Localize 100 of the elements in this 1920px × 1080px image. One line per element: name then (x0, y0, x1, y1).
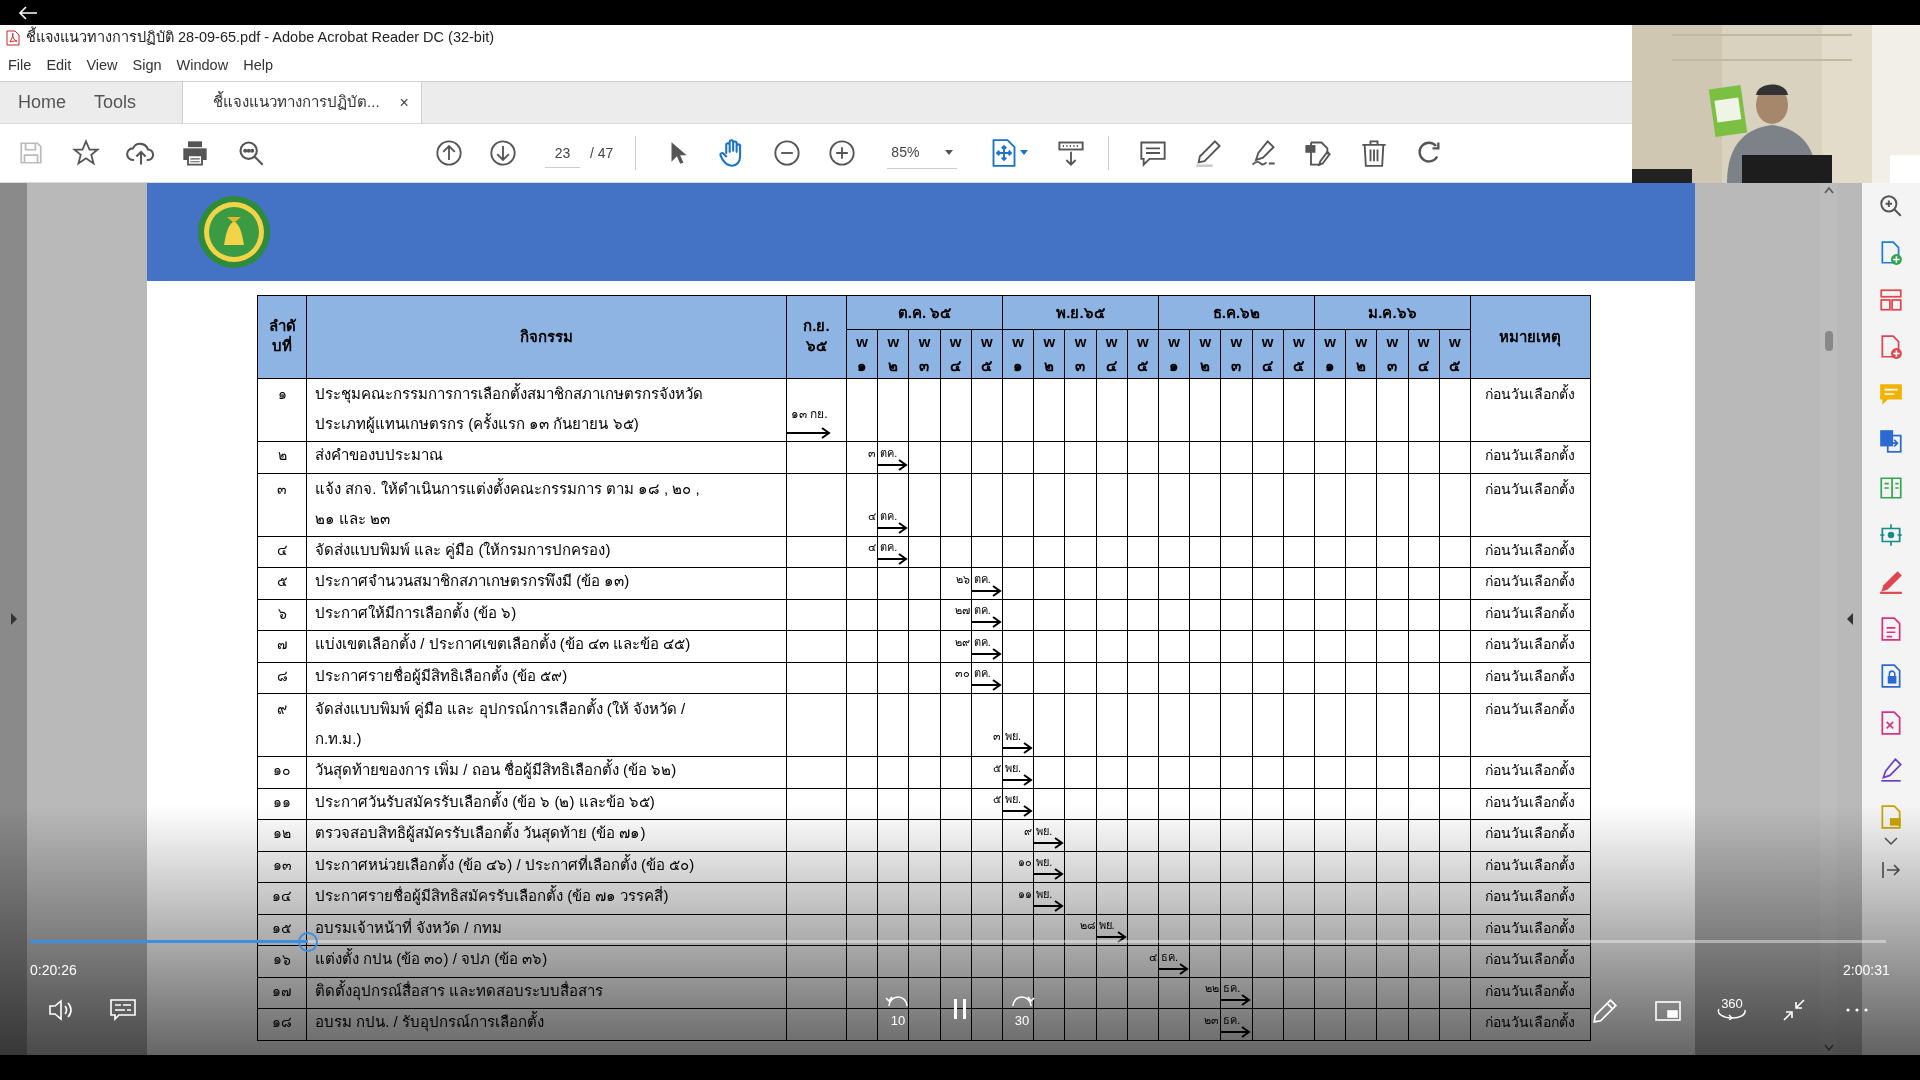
remark-text: ก่อนวันเลือกตั้ง (1485, 793, 1576, 810)
chevron-down-icon[interactable] (1884, 837, 1898, 846)
layout-icon[interactable] (1878, 287, 1904, 313)
rewind-button[interactable]: 10 (882, 990, 914, 1030)
activity-text: ประกาศหน่วยเลือกตั้ง (ข้อ ๔๖) / ประกาศที่เลือกตั้ง (ข้อ ๕๐) (315, 855, 695, 873)
caret-icon (945, 149, 954, 156)
month-label: ตค. (973, 604, 991, 616)
column-header: หมายเหตุ (1499, 327, 1562, 347)
row-number: ๑๘ (272, 1014, 292, 1030)
forward-button[interactable]: 30 (1006, 990, 1038, 1030)
date-number: ๙ (1024, 824, 1033, 837)
remark-text: ก่อนวันเลือกตั้ง (1485, 386, 1576, 402)
row-number: ๕ (276, 573, 288, 589)
close-icon[interactable]: × (399, 90, 409, 115)
remark-text: ก่อนวันเลือกตั้ง (1485, 888, 1576, 904)
scrollbar-thumb[interactable] (1824, 330, 1833, 351)
row-number: ๙ (277, 701, 287, 717)
pdf-file-icon (6, 30, 20, 46)
month-label: พย. (1036, 887, 1053, 900)
column-header: w ๓ (1074, 332, 1087, 376)
column-header: w ๔ (949, 332, 962, 376)
date-number: ๑๑ (1018, 887, 1033, 900)
tab[interactable]: Home (0, 82, 80, 123)
date-number: ๒๓ (1204, 1013, 1220, 1026)
scroll-up-icon[interactable] (1823, 186, 1834, 194)
month-label: ธค. (1223, 1013, 1241, 1026)
zoom-in-icon[interactable] (1878, 193, 1904, 219)
signature-icon[interactable] (1878, 757, 1904, 783)
column-header: w ๓ (1230, 332, 1243, 376)
arrow-icon (1221, 994, 1252, 1006)
document-add-icon[interactable] (1878, 334, 1904, 360)
column-header: w ๔ (1105, 332, 1118, 376)
activity-text: ประชุมคณะกรรมการการเลือกตั้งสมาชิกสภาเกษตรกรจังหวัด ประเภทผู้แทนเกษตรกร (ครั้งแรก ๑๓ กันยายน ๖๕) (315, 385, 703, 432)
month-label: พย. (1036, 824, 1053, 837)
document-mark-icon[interactable] (1878, 710, 1904, 736)
activity-text: ประกาศรายชื่อผู้มีสิทธิสมัครรับเลือกตั้ง (ข้อ ๗๑ วรรคสี่) (315, 887, 669, 904)
menu-item[interactable]: Window (176, 55, 229, 77)
menu-item[interactable]: Help (243, 55, 273, 77)
document-icon[interactable] (1878, 616, 1904, 642)
split-document-icon[interactable] (1878, 475, 1904, 501)
row-number: ๒ (277, 447, 287, 463)
row-number: ๑๔ (272, 888, 292, 904)
zoom-dropdown[interactable]: 85% (887, 137, 958, 169)
360-view-button[interactable]: 360 (1713, 994, 1751, 1028)
document-add-icon[interactable] (1878, 240, 1904, 266)
back-icon[interactable] (18, 5, 38, 20)
menu-item[interactable]: View (86, 55, 118, 77)
document-lock-icon[interactable] (1878, 663, 1904, 689)
remark-text: ก่อนวันเลือกตั้ง (1485, 762, 1576, 778)
remark-text: ก่อนวันเลือกตั้ง (1485, 982, 1576, 999)
date-number: ๔ (1149, 950, 1157, 963)
column-header: w ๒ (887, 332, 900, 376)
activity-text: อบรม กปน. / รับอุปกรณ์การเลือกตั้ง (315, 1013, 544, 1030)
page-total: / 47 (590, 143, 614, 163)
month-label: ตค. (973, 572, 991, 585)
miniplayer-icon[interactable] (1655, 1001, 1681, 1021)
remark-text: ก่อนวันเลือกตั้ง (1485, 825, 1576, 841)
date-number: ๑๐ (1018, 856, 1033, 868)
volume-icon[interactable] (48, 998, 74, 1022)
remark-text: ก่อนวันเลือกตั้ง (1485, 919, 1576, 936)
column-header: ธ.ค.๖๒ (1212, 302, 1261, 322)
activity-text: ประกาศรายชื่อผู้มีสิทธิเลือกตั้ง (ข้อ ๕๙) (315, 666, 568, 684)
row-number: ๑๐ (273, 762, 291, 778)
column-header: ต.ค. ๖๕ (897, 302, 952, 322)
exit-panel-icon[interactable] (1881, 861, 1901, 879)
activity-text: ประกาศวันรับสมัครรับเลือกตั้ง (ข้อ ๖ (๒) และข้อ ๖๕) (315, 792, 655, 810)
combine-files-icon[interactable] (1878, 428, 1904, 454)
menu-item[interactable]: Edit (46, 55, 72, 77)
more-icon[interactable] (1846, 1008, 1868, 1012)
column-header: w ๑ (1168, 332, 1181, 376)
captions-icon[interactable] (110, 999, 136, 1021)
remark-text: ก่อนวันเลือกตั้ง (1485, 1014, 1576, 1030)
collapse-icon[interactable] (1782, 998, 1806, 1022)
tab[interactable]: ชี้แจงแนวทางการปฏิบัต... × (182, 82, 422, 123)
month-label: พย. (1005, 793, 1022, 805)
remark-text: ก่อนวันเลือกตั้ง (1485, 541, 1576, 558)
pen-icon[interactable] (1592, 998, 1618, 1024)
progress-track[interactable] (30, 940, 1886, 943)
date-number: ๒๘ (1079, 919, 1095, 931)
month-label: ตค. (880, 446, 898, 459)
month-label: ธค. (1161, 950, 1179, 963)
activity-text: ติดตั้งอุปกรณ์สื่อสาร และทดสอบระบบสื่อสาร (315, 981, 604, 999)
activity-text: จัดส่งแบบพิมพ์ และ คู่มือ (ให้กรมการปกครอง) (315, 540, 611, 558)
activity-text: แบ่งเขตเลือกตั้ง / ประกาศเขตเลือกตั้ง (ข้อ ๔๓ และข้อ ๔๕) (315, 635, 691, 652)
remark-text: ก่อนวันเลือกตั้ง (1485, 856, 1576, 873)
tab[interactable]: Tools (80, 82, 147, 123)
row-number: ๑ (277, 386, 287, 402)
column-header: พ.ย.๖๕ (1056, 302, 1105, 322)
month-label: ตค. (973, 667, 991, 679)
menu-item[interactable]: Sign (132, 55, 162, 77)
date-number: ๒๖ (955, 572, 970, 585)
menu-item[interactable]: File (8, 55, 32, 77)
column-header: w ๔ (1261, 332, 1274, 376)
pause-icon[interactable] (952, 998, 968, 1020)
collapse-panel-icon[interactable] (1845, 613, 1854, 625)
elapsed-time: 0:20:26 (30, 961, 77, 980)
month-label: พย. (1098, 919, 1115, 931)
expand-panel-icon[interactable] (9, 613, 18, 625)
date-number: ๒๒ (1205, 982, 1220, 994)
pen-icon[interactable] (1878, 569, 1904, 595)
